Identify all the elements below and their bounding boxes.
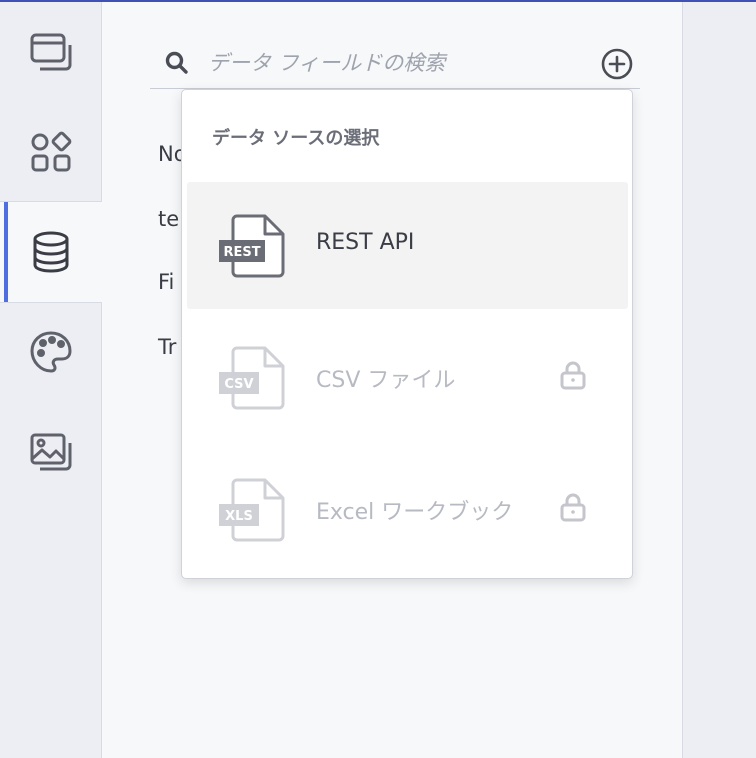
add-data-source-icon[interactable] bbox=[600, 47, 634, 81]
xls-badge-text: XLS bbox=[225, 509, 253, 524]
window-icon bbox=[30, 33, 71, 71]
data-field-item[interactable]: te bbox=[158, 207, 179, 231]
option-label: REST API bbox=[316, 230, 415, 255]
data-field-item[interactable]: Fi bbox=[158, 270, 174, 294]
search-bar bbox=[150, 42, 640, 89]
rail-item-data[interactable] bbox=[0, 201, 102, 303]
option-excel-workbook[interactable]: XLS Excel ワークブック bbox=[187, 446, 628, 573]
rail-item-components[interactable] bbox=[0, 102, 101, 202]
components-icon bbox=[31, 131, 71, 172]
option-label: CSV ファイル bbox=[316, 368, 456, 393]
rail-item-window[interactable] bbox=[0, 2, 101, 102]
option-rest-api[interactable]: REST REST API bbox=[187, 182, 628, 309]
csv-badge-text: CSV bbox=[224, 377, 253, 392]
rail-item-theme[interactable] bbox=[0, 302, 101, 402]
database-icon bbox=[33, 231, 69, 273]
palette-icon bbox=[30, 331, 71, 373]
lock-icon bbox=[560, 361, 586, 390]
rest-badge-text: REST bbox=[223, 245, 260, 260]
xls-file-icon: XLS bbox=[219, 478, 285, 542]
option-label: Excel ワークブック bbox=[316, 500, 514, 525]
images-icon bbox=[30, 433, 71, 471]
csv-file-icon: CSV bbox=[219, 346, 285, 410]
rail-item-images[interactable] bbox=[0, 402, 101, 502]
dropdown-title: データ ソースの選択 bbox=[212, 128, 380, 149]
option-csv-file[interactable]: CSV CSV ファイル bbox=[187, 314, 628, 441]
data-source-dropdown: データ ソースの選択 REST REST API CSV CSV ファイル XL… bbox=[181, 89, 633, 579]
lock-icon bbox=[560, 493, 586, 522]
search-icon bbox=[165, 51, 188, 74]
rest-file-icon: REST bbox=[219, 214, 285, 278]
search-input[interactable] bbox=[206, 46, 570, 80]
sidebar-rail bbox=[0, 2, 102, 758]
data-field-item[interactable]: Tr bbox=[158, 335, 176, 359]
